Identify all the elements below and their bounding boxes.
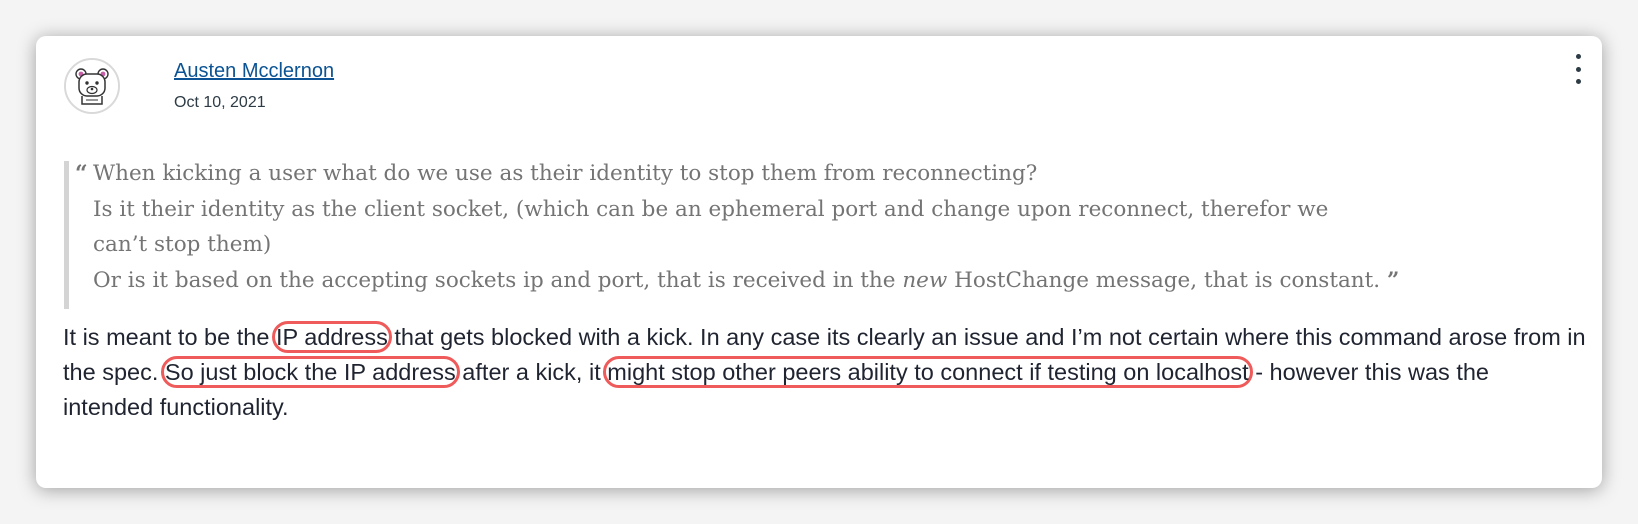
post-date: Oct 10, 2021 (174, 94, 266, 111)
highlight-annotation: might stop other peers ability to connec… (603, 356, 1253, 388)
author-link[interactable]: Austen Mcclernon (174, 60, 334, 83)
reply-text: that gets blocked with a kick. In any ca… (387, 324, 1586, 350)
quote-line: can’t stop them) (93, 232, 272, 257)
menu-dot (1575, 79, 1581, 84)
reply-text: - however this was the (1248, 359, 1489, 385)
quote-line: Or is it based on the accepting sockets … (93, 268, 1399, 293)
bear-avatar-icon[interactable] (64, 58, 120, 114)
quote-emphasis: new (902, 268, 948, 293)
reply-text: after a kick, it (455, 359, 608, 385)
close-quote-mark: ” (1386, 268, 1400, 293)
discussion-post: Austen Mcclernon Oct 10, 2021 “ When kic… (36, 36, 1602, 488)
reply-line: It is meant to be the IP address that ge… (63, 321, 1586, 353)
quote-text: Or is it based on the accepting sockets … (93, 268, 903, 293)
menu-dot (1575, 54, 1581, 59)
highlight-annotation: So just block the IP address (160, 356, 460, 388)
quote-line: When kicking a user what do we use as th… (93, 161, 1038, 186)
menu-dot (1575, 66, 1581, 72)
reply-line: the spec. So just block the IP address a… (63, 356, 1489, 388)
reply-text: the spec. (63, 359, 165, 385)
quote-line: Is it their identity as the client socke… (93, 197, 1329, 222)
kebab-menu-icon[interactable] (1569, 54, 1587, 84)
reply-line: intended functionality. (63, 394, 289, 420)
quoted-message: “ When kicking a user what do we use as … (64, 161, 1469, 309)
quote-text: HostChange message, that is constant. (947, 268, 1381, 293)
open-quote-mark: “ (75, 161, 88, 187)
highlight-annotation: IP address (271, 321, 392, 353)
reply-text: It is meant to be the (63, 324, 276, 350)
